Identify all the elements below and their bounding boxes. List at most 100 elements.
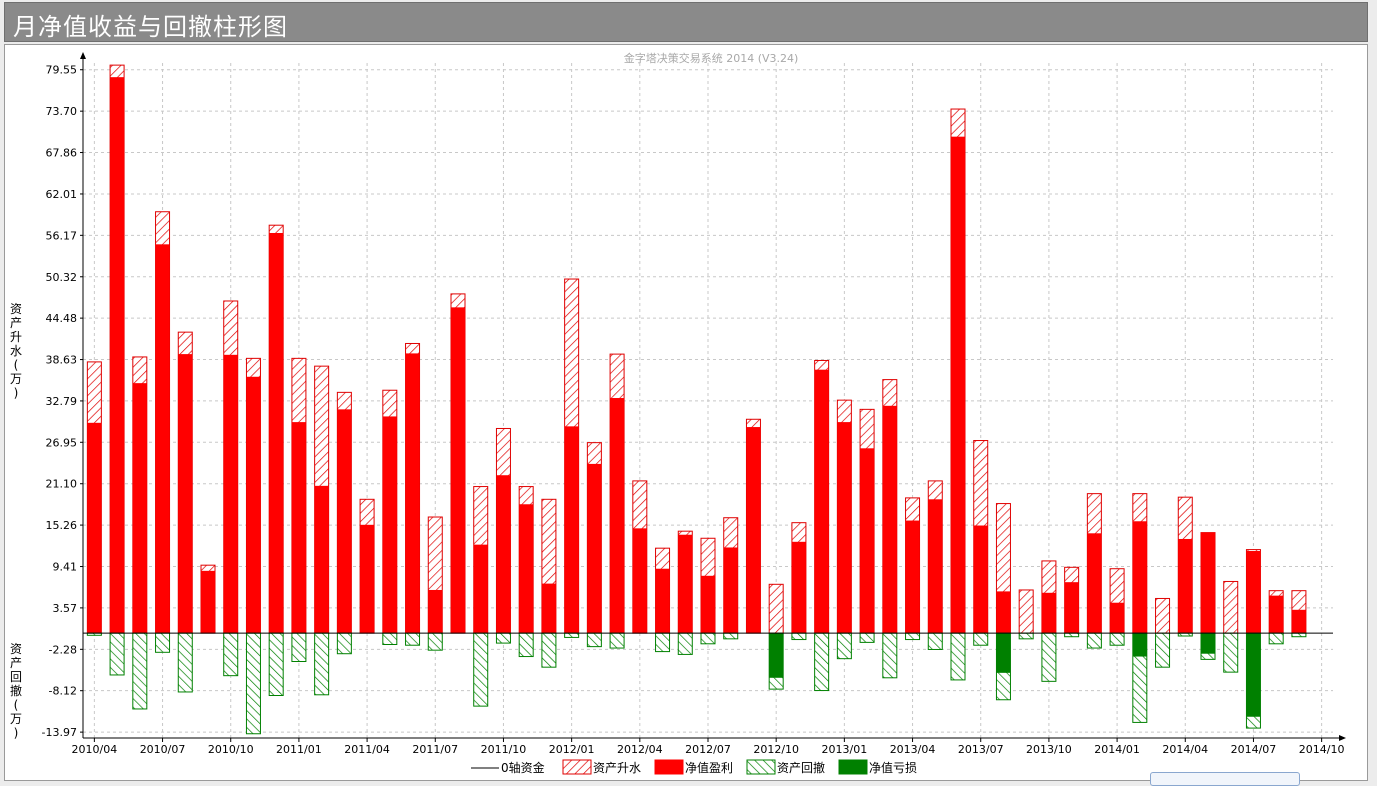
- bar-asset-drawdown: [245, 632, 261, 735]
- y-tick-label: 56.17: [46, 229, 78, 242]
- x-tick-label: 2011/01: [276, 743, 322, 756]
- bar-asset-drawdown: [859, 632, 875, 643]
- bar-asset-drawdown: [473, 632, 489, 707]
- legend-label: 资产回撤: [777, 760, 825, 775]
- chart-subtitle: 金字塔决策交易系统 2014 (V3.24): [624, 51, 799, 65]
- y-tick-label: -2.28: [49, 643, 77, 656]
- bar-net-loss: [1246, 633, 1261, 717]
- bar-asset-drawdown: [723, 632, 739, 640]
- bar-net-profit: [291, 422, 306, 634]
- bar-asset-drawdown: [177, 632, 193, 693]
- legend-swatch: [562, 759, 592, 775]
- legend-item-4: 净值亏损: [838, 759, 917, 775]
- y-axis-labels: 资产升水(万)资产回撤(万): [10, 302, 22, 740]
- bar-asset-drawdown: [314, 632, 330, 696]
- bar-net-profit: [973, 525, 988, 634]
- bar-asset-drawdown: [814, 632, 830, 692]
- x-tick-label: 2010/04: [72, 743, 118, 756]
- bar-net-profit: [132, 383, 147, 634]
- bar-net-profit: [337, 409, 352, 634]
- bar-net-profit: [791, 541, 806, 634]
- bar-asset-drawdown: [1041, 632, 1057, 682]
- y-axis-label-char: 万: [10, 372, 22, 386]
- y-tick-label: 79.55: [46, 64, 78, 77]
- y-tick-label: 21.10: [46, 478, 78, 491]
- bar-net-profit: [1041, 592, 1056, 634]
- y-axis-label-char: ): [14, 386, 19, 400]
- bar-asset-drawdown: [586, 632, 602, 648]
- y-axis-label-char: (: [14, 698, 19, 712]
- bar-net-profit: [951, 136, 965, 634]
- bar-net-profit: [451, 307, 465, 634]
- bar-asset-drawdown: [905, 632, 921, 641]
- x-tick-label: 2014/10: [1299, 743, 1345, 756]
- bar-net-loss: [996, 633, 1011, 673]
- scroll-widget[interactable]: [1150, 772, 1300, 786]
- bar-net-profit: [360, 524, 375, 634]
- x-tick-label: 2012/04: [617, 743, 663, 756]
- bar-asset-drawdown: [336, 632, 352, 655]
- y-axis-label-char: 产: [10, 316, 22, 330]
- bar-net-profit: [201, 570, 215, 634]
- bar-asset-drawdown: [1064, 632, 1080, 638]
- y-axis-label-char: 资: [10, 302, 22, 316]
- y-axis-label-char: 撤: [10, 683, 22, 698]
- title-bar: 月净值收益与回撤柱形图: [4, 2, 1368, 42]
- legend: 0轴资金 资产升水 净值盈利 资产回撤 净值亏损: [471, 759, 917, 775]
- bar-asset-drawdown: [382, 632, 398, 646]
- y-axis-arrow: [80, 52, 86, 59]
- bar-net-profit: [405, 353, 420, 634]
- bar-asset-drawdown: [405, 632, 421, 646]
- bar-net-profit: [519, 504, 534, 634]
- legend-item-2: 净值盈利: [654, 759, 733, 775]
- bar-net-loss: [1132, 633, 1147, 657]
- bar-asset-drawdown: [541, 632, 557, 668]
- legend-item-0: 0轴资金: [471, 760, 545, 775]
- bar-net-profit: [632, 528, 647, 634]
- bar-asset-drawdown: [1018, 632, 1034, 640]
- y-tick-label: 32.79: [46, 395, 78, 408]
- bar-net-profit: [837, 422, 852, 634]
- y-tick-label: 44.48: [46, 312, 78, 325]
- x-axis-arrow: [1339, 735, 1346, 741]
- y-axis-label-negative: 资产回撤(万): [10, 642, 22, 740]
- y-axis-label-char: ): [14, 726, 19, 740]
- x-tick-label: 2011/10: [481, 743, 527, 756]
- bar-net-profit: [269, 232, 284, 634]
- bar-net-profit: [1087, 533, 1102, 634]
- bar-asset-rise: [1018, 589, 1034, 634]
- bar-net-profit: [928, 499, 943, 634]
- y-tick-label: 3.57: [53, 602, 78, 615]
- bar-net-profit: [1064, 582, 1079, 634]
- bar-net-profit: [496, 475, 511, 634]
- bar-net-profit: [723, 547, 738, 634]
- bar-asset-drawdown: [791, 632, 807, 641]
- bar-net-profit: [701, 575, 715, 634]
- legend-label: 0轴资金: [501, 760, 545, 775]
- y-tick-label: 50.32: [46, 271, 78, 284]
- bar-asset-drawdown: [700, 632, 716, 645]
- y-tick-label: 15.26: [46, 519, 78, 532]
- x-tick-label: 2013/04: [890, 743, 936, 756]
- x-tick-label: 2011/04: [344, 743, 390, 756]
- bar-net-profit: [610, 398, 625, 634]
- bar-net-profit: [155, 244, 170, 634]
- y-axis-label-char: 万: [10, 712, 22, 726]
- bar-asset-drawdown: [1155, 632, 1171, 668]
- legend-label: 净值盈利: [685, 760, 733, 775]
- bar-net-profit: [746, 427, 761, 634]
- bar-asset-drawdown: [1268, 632, 1284, 645]
- y-axis-label-char: (: [14, 358, 19, 372]
- legend-swatch: [654, 759, 684, 775]
- bar-asset-drawdown: [882, 632, 898, 679]
- x-tick-label: 2012/10: [753, 743, 799, 756]
- legend-label: 净值亏损: [869, 760, 917, 775]
- bar-net-profit: [1246, 551, 1261, 634]
- x-tick-label: 2013/01: [822, 743, 868, 756]
- y-tick-label: 26.95: [46, 436, 78, 449]
- x-tick-label: 2013/07: [958, 743, 1004, 756]
- legend-swatch: [838, 759, 868, 775]
- x-tick-label: 2012/01: [549, 743, 595, 756]
- bar-asset-drawdown: [291, 632, 307, 663]
- legend-label: 资产升水: [593, 761, 641, 775]
